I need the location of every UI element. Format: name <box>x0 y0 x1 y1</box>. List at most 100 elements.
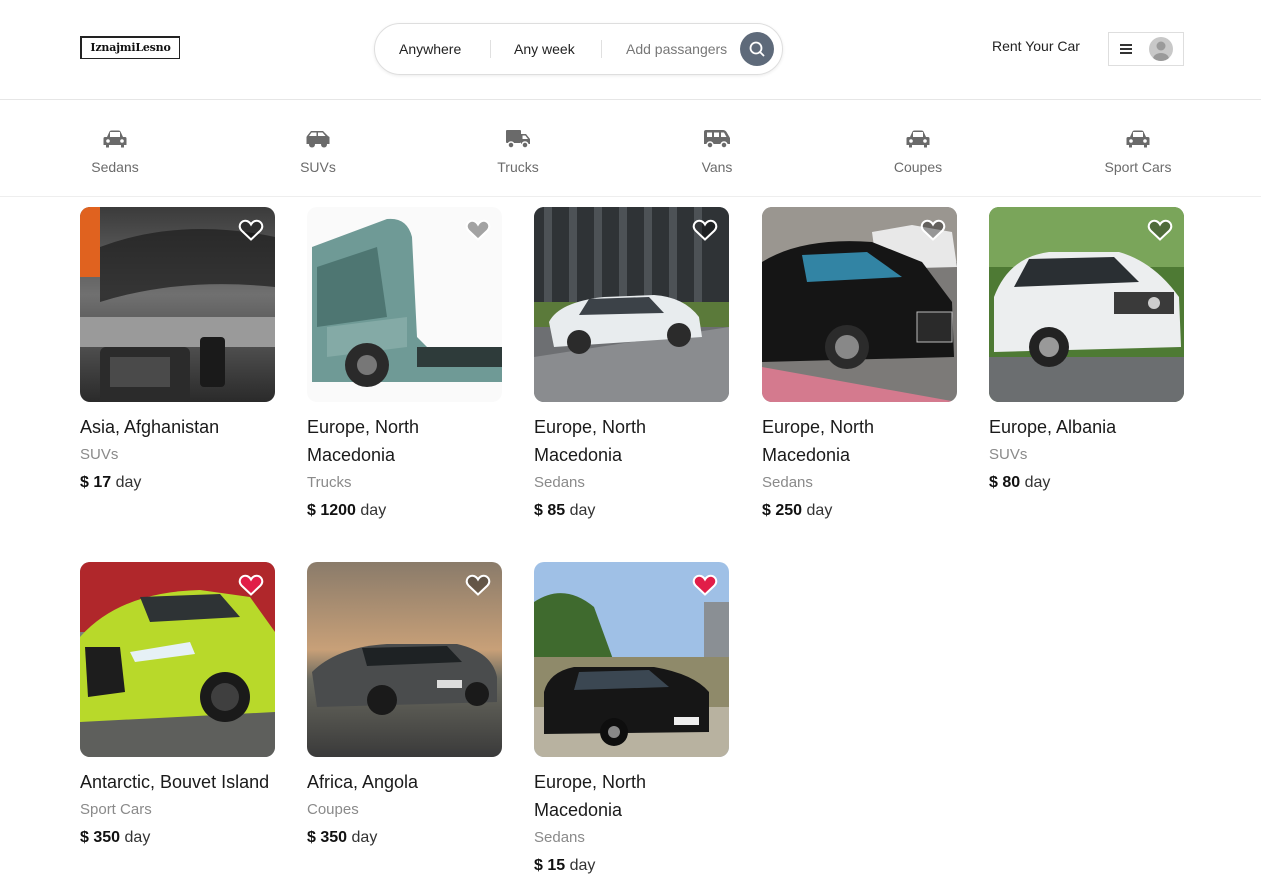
favorite-heart-icon[interactable] <box>692 218 718 242</box>
listing-card[interactable]: Europe, Albania SUVs $ 80 day <box>989 207 1184 494</box>
price-currency: $ <box>762 502 771 519</box>
listing-price: $ 15 day <box>534 855 729 877</box>
price-unit: day <box>351 829 378 846</box>
listing-price: $ 350 day <box>307 827 502 849</box>
price-currency: $ <box>80 829 89 846</box>
listing-price: $ 80 day <box>989 472 1184 494</box>
search-passengers-button[interactable]: Add passangers <box>626 24 727 74</box>
listing-card[interactable]: Africa, Angola Coupes $ 350 day <box>307 562 502 849</box>
price-unit: day <box>115 474 142 491</box>
listing-category: SUVs <box>80 446 119 463</box>
category-sport-cars[interactable]: Sport Cars <box>1088 127 1188 175</box>
listing-card[interactable]: Antarctic, Bouvet Island Sport Cars $ 35… <box>80 562 275 849</box>
listing-card[interactable]: Europe, North Macedonia Sedans $ 85 day <box>534 207 729 522</box>
listing-category: Coupes <box>307 801 359 818</box>
price-amount: 85 <box>547 502 566 519</box>
price-unit: day <box>569 857 596 874</box>
listing-price: $ 250 day <box>762 500 957 522</box>
category-coupes[interactable]: Coupes <box>868 127 968 175</box>
car-icon <box>1126 130 1150 148</box>
suv-icon <box>306 131 330 148</box>
price-amount: 250 <box>775 502 803 519</box>
listing-location: Antarctic, Bouvet Island <box>80 772 270 792</box>
listing-location: Europe, North Macedonia <box>534 772 647 820</box>
favorite-heart-icon[interactable] <box>465 573 491 597</box>
listing-category: Sedans <box>534 474 585 491</box>
category-vans[interactable]: Vans <box>667 127 767 175</box>
price-unit: day <box>1024 474 1051 491</box>
listing-location: Europe, North Macedonia <box>307 417 420 465</box>
menu-icon <box>1120 44 1132 54</box>
price-amount: 1200 <box>320 502 356 519</box>
category-sedans[interactable]: Sedans <box>65 127 165 175</box>
listing-location: Asia, Afghanistan <box>80 417 220 437</box>
price-amount: 350 <box>320 829 348 846</box>
search-button[interactable] <box>740 32 774 66</box>
listing-card[interactable]: Europe, North Macedonia Trucks $ 1200 da… <box>307 207 502 522</box>
avatar <box>1149 37 1173 61</box>
van-icon <box>704 130 730 149</box>
listing-image[interactable] <box>989 207 1184 402</box>
user-menu-button[interactable] <box>1108 32 1184 66</box>
category-label: Vans <box>701 159 733 175</box>
listing-category: Sedans <box>534 829 585 846</box>
category-suvs[interactable]: SUVs <box>268 127 368 175</box>
price-currency: $ <box>307 502 316 519</box>
price-unit: day <box>360 502 387 519</box>
search-divider <box>601 40 602 58</box>
search-location-button[interactable]: Anywhere <box>399 24 461 74</box>
category-trucks[interactable]: Trucks <box>468 127 568 175</box>
price-unit: day <box>806 502 833 519</box>
listing-image[interactable] <box>80 562 275 757</box>
price-currency: $ <box>80 474 89 491</box>
car-icon <box>906 130 930 148</box>
price-unit: day <box>124 829 151 846</box>
listing-image[interactable] <box>762 207 957 402</box>
favorite-heart-icon[interactable] <box>692 573 718 597</box>
price-unit: day <box>569 502 596 519</box>
category-label: Coupes <box>893 159 943 175</box>
favorite-heart-icon[interactable] <box>1147 218 1173 242</box>
price-amount: 17 <box>93 474 112 491</box>
listing-location: Europe, Albania <box>989 417 1117 437</box>
listing-price: $ 85 day <box>534 500 729 522</box>
listing-image[interactable] <box>307 562 502 757</box>
listing-price: $ 17 day <box>80 472 275 494</box>
listing-card[interactable]: Asia, Afghanistan SUVs $ 17 day <box>80 207 275 494</box>
listing-category: Sport Cars <box>80 801 152 818</box>
favorite-heart-icon[interactable] <box>238 218 264 242</box>
listing-image[interactable] <box>80 207 275 402</box>
search-bar[interactable]: Anywhere Any week Add passangers <box>374 23 783 75</box>
listing-image[interactable] <box>534 207 729 402</box>
listing-card[interactable]: Europe, North Macedonia Sedans $ 15 day <box>534 562 729 877</box>
listing-price: $ 1200 day <box>307 500 502 522</box>
listing-price: $ 350 day <box>80 827 275 849</box>
search-dates-button[interactable]: Any week <box>514 24 575 74</box>
truck-icon <box>506 130 530 149</box>
top-navbar: IznajmiLesno Anywhere Any week Add passa… <box>0 0 1261 100</box>
category-label: Sedans <box>91 159 139 175</box>
price-amount: 350 <box>93 829 121 846</box>
favorite-heart-icon[interactable] <box>920 218 946 242</box>
listing-category: SUVs <box>989 446 1028 463</box>
listing-location: Europe, North Macedonia <box>762 417 875 465</box>
listing-card[interactable]: Europe, North Macedonia Sedans $ 250 day <box>762 207 957 522</box>
price-amount: 15 <box>547 857 566 874</box>
rent-your-car-link[interactable]: Rent Your Car <box>992 38 1080 54</box>
listing-location: Europe, North Macedonia <box>534 417 647 465</box>
price-currency: $ <box>989 474 998 491</box>
price-currency: $ <box>534 502 543 519</box>
price-amount: 80 <box>1002 474 1021 491</box>
search-divider <box>490 40 491 58</box>
favorite-heart-icon[interactable] <box>238 573 264 597</box>
listing-image[interactable] <box>307 207 502 402</box>
category-label: Trucks <box>497 159 539 175</box>
listing-category: Sedans <box>762 474 813 491</box>
favorite-heart-icon[interactable] <box>465 218 491 242</box>
category-label: SUVs <box>300 159 336 175</box>
listing-location: Africa, Angola <box>307 772 419 792</box>
category-label: Sport Cars <box>1104 159 1172 175</box>
price-currency: $ <box>307 829 316 846</box>
listing-image[interactable] <box>534 562 729 757</box>
site-logo[interactable]: IznajmiLesno <box>80 36 180 59</box>
